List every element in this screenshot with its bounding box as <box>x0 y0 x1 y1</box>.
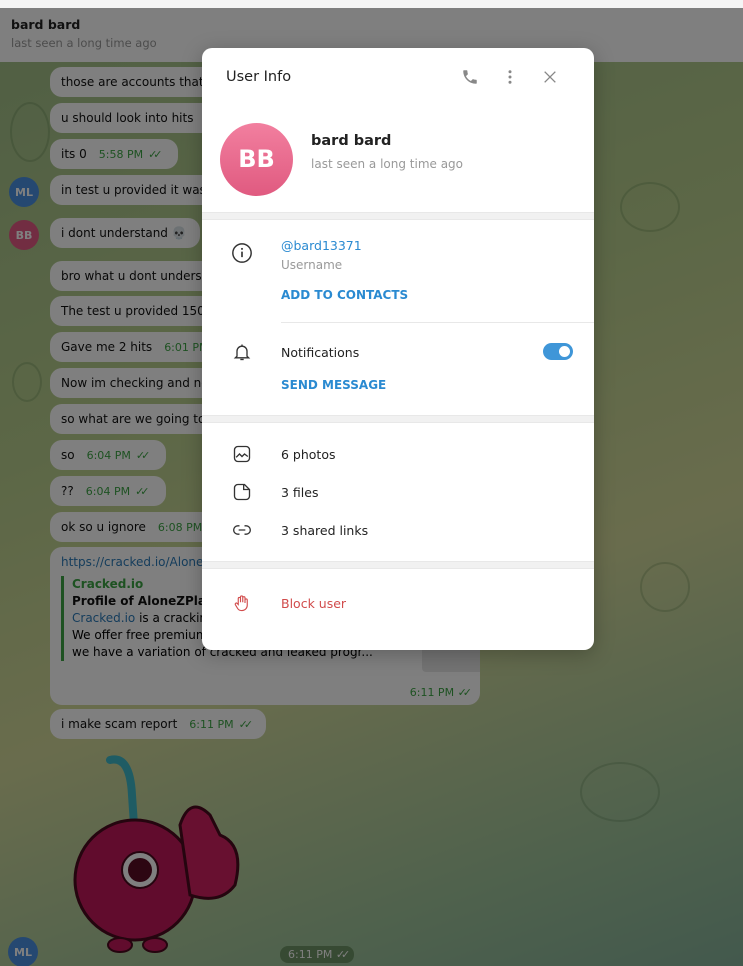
media-row-files[interactable]: 3 files <box>202 473 594 511</box>
call-button[interactable] <box>450 63 490 91</box>
files-count: 3 files <box>281 484 319 500</box>
more-vertical-icon <box>508 70 512 84</box>
media-row-links[interactable]: 3 shared links <box>202 511 594 549</box>
info-icon <box>231 243 252 263</box>
username-row[interactable]: @bard13371 Username <box>202 220 594 290</box>
media-row-photos[interactable]: 6 photos <box>202 435 594 473</box>
dialog-header: User Info <box>202 48 594 106</box>
profile-avatar[interactable]: BB <box>220 122 293 196</box>
bell-icon <box>233 344 250 361</box>
dialog-title: User Info <box>226 69 292 85</box>
hand-stop-icon <box>234 595 248 612</box>
notifications-row[interactable]: Notifications <box>202 323 594 381</box>
username-value[interactable]: @bard13371 <box>281 238 362 253</box>
links-count: 3 shared links <box>281 522 369 538</box>
photo-icon <box>233 445 250 463</box>
section-divider <box>202 212 594 220</box>
profile-section: BB bard bard last seen a long time ago <box>202 106 594 212</box>
section-divider <box>202 415 594 423</box>
notifications-label: Notifications <box>281 344 360 360</box>
username-label: Username <box>281 258 343 272</box>
add-to-contacts-button[interactable]: ADD TO CONTACTS <box>202 289 594 322</box>
close-button[interactable] <box>530 63 570 91</box>
notifications-toggle[interactable] <box>543 343 573 360</box>
block-user-label: Block user <box>281 595 347 611</box>
window-top-strip <box>0 0 743 8</box>
section-divider <box>202 561 594 569</box>
more-options-button[interactable] <box>490 63 530 91</box>
profile-name: bard bard <box>311 133 392 149</box>
file-icon <box>233 483 250 501</box>
link-icon <box>232 525 251 535</box>
send-message-button[interactable]: SEND MESSAGE <box>202 379 594 415</box>
close-icon <box>544 71 556 83</box>
user-info-dialog: User Info BB bard bard last seen a long … <box>202 48 594 650</box>
block-user-button[interactable]: Block user <box>202 569 594 637</box>
phone-icon <box>463 70 477 84</box>
profile-status: last seen a long time ago <box>311 157 464 171</box>
photos-count: 6 photos <box>281 446 336 462</box>
